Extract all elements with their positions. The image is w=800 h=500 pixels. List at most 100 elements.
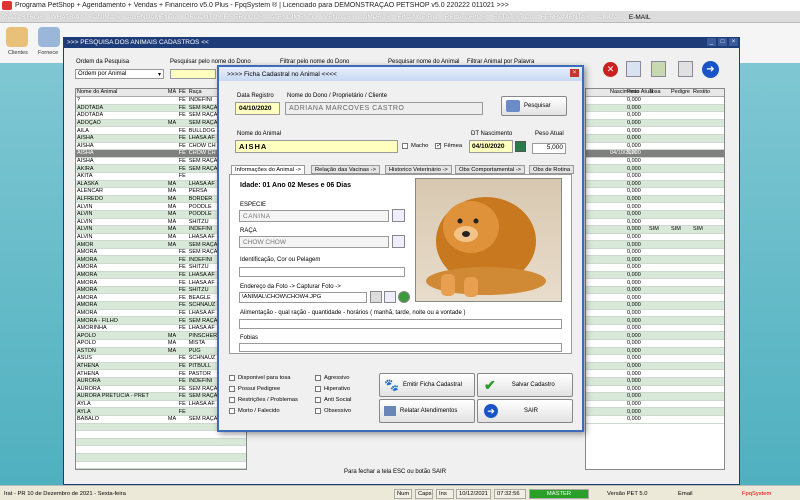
right-table-row[interactable]: 0,000 — [586, 188, 724, 196]
right-table-row[interactable]: 0,000 — [586, 256, 724, 265]
right-table-row[interactable]: 0,000 — [586, 143, 724, 151]
especie-field[interactable]: CANINA — [239, 210, 389, 222]
table-row[interactable] — [76, 462, 246, 469]
checkbox-checks_right-0[interactable]: Agressivo — [315, 375, 349, 381]
right-table-row[interactable]: 0,000 — [586, 393, 724, 401]
right-table-row[interactable]: 0,000 — [586, 370, 724, 378]
search-owner-button[interactable]: Pesquisar — [501, 96, 567, 116]
camera-icon[interactable] — [370, 291, 382, 303]
dt-nasc-field[interactable]: 04/10/2020 — [469, 140, 513, 153]
filter-owner-input[interactable] — [170, 69, 216, 79]
checkbox-checks_left-0[interactable]: Disponivel para tosa — [229, 375, 291, 381]
right-table-row[interactable]: 04/10/2020 5,000 — [586, 150, 724, 158]
right-table-row[interactable]: 0,000 — [586, 286, 724, 295]
delete-icon[interactable]: ✕ — [603, 62, 618, 77]
salvar-button[interactable]: ✔ Salvar Cadastro — [477, 373, 573, 397]
dialog-close-icon[interactable]: × — [570, 69, 579, 77]
foto-path-field[interactable]: \ANIMAL\CHOW\CHOW4.JPG — [239, 292, 367, 303]
data-registro-field[interactable]: 04/10/2020 — [235, 102, 280, 115]
edit-icon[interactable] — [678, 61, 693, 77]
right-table-row[interactable]: 0,000 — [586, 302, 724, 310]
alimentacao-field[interactable] — [239, 319, 562, 329]
right-table-row[interactable]: 0,000 — [586, 234, 724, 242]
right-table-row[interactable]: 0,000 — [586, 119, 724, 128]
checkbox-checks_left-2[interactable]: Restrições / Problemas — [229, 397, 298, 403]
menu-item-11[interactable]: FERRAMENTAS — [541, 14, 590, 21]
menu-email[interactable]: E-MAIL — [629, 14, 651, 21]
checkbox-checks_right-2[interactable]: Anti Social — [315, 397, 351, 403]
right-table-row[interactable]: 0,000 — [586, 195, 724, 204]
checkbox-checks_left-3[interactable]: Morto / Falecido — [229, 408, 280, 414]
menu-item-12[interactable]: AJUDA — [597, 14, 618, 21]
fobias-field[interactable] — [239, 343, 562, 352]
right-table-row[interactable]: 0,000 — [586, 362, 724, 371]
menu-item-3[interactable]: AGENDAMENTO — [127, 14, 178, 21]
minimize-icon[interactable]: _ — [707, 38, 716, 46]
right-table-row[interactable]: 0,000 — [586, 165, 724, 173]
tools-icon[interactable] — [651, 61, 666, 77]
right-table-row[interactable]: 0,000 — [586, 158, 724, 166]
right-table-row[interactable]: 0,000 — [586, 203, 724, 211]
right-table-row[interactable]: 0,000 — [586, 180, 724, 189]
right-table-row[interactable]: 0,000 — [586, 97, 724, 105]
right-table-row[interactable]: 0,000 — [586, 127, 724, 135]
table-row[interactable] — [76, 453, 246, 462]
right-table-row[interactable]: 0,000 — [586, 249, 724, 257]
tab-obs-comportamental[interactable]: Obs Comportamental -> — [455, 165, 526, 174]
peso-field[interactable]: 5,000 — [532, 143, 566, 154]
animal-name-field[interactable]: AISHA — [235, 140, 398, 153]
close-icon[interactable]: × — [729, 38, 738, 46]
especie-search-icon[interactable] — [392, 209, 405, 222]
menu-item-9[interactable]: RELATÓRIOS — [445, 14, 486, 21]
table-row[interactable] — [76, 431, 246, 439]
right-table-row[interactable]: 0,000 — [586, 310, 724, 318]
checkbox-checks_left-1[interactable]: Possui Pedigree — [229, 386, 280, 392]
right-table-row[interactable]: 0,000 — [586, 317, 724, 325]
sair-button[interactable]: ➜ SAIR — [477, 399, 573, 423]
menu-item-1[interactable]: WHATSAPP — [50, 14, 86, 21]
status-email[interactable]: Email — [676, 489, 706, 499]
tab-vacinas[interactable]: Relação das Vacinas -> — [311, 165, 380, 174]
menu-item-10[interactable]: ESTATÍSTICA — [493, 14, 534, 21]
maximize-icon[interactable]: □ — [718, 38, 727, 46]
tab-historico[interactable]: Historico Veterinário -> — [385, 165, 452, 174]
raca-search-icon[interactable] — [392, 235, 405, 248]
emitir-ficha-button[interactable]: 🐾 Emitir Ficha Cadastral — [379, 373, 475, 397]
right-table-row[interactable]: 0,000 — [586, 279, 724, 287]
right-table-row[interactable]: 0,000 — [586, 332, 724, 340]
menu-item-0[interactable]: CADASTROS — [3, 14, 43, 21]
macho-checkbox[interactable]: Macho — [402, 143, 428, 149]
right-table-row[interactable]: 0,000 SIM SIM SIM — [586, 226, 724, 234]
right-table-row[interactable]: 0,000 — [586, 355, 724, 363]
right-table-row[interactable]: 0,000 — [586, 264, 724, 272]
menu-item-7[interactable]: COMPRAS — [358, 14, 391, 21]
right-table-row[interactable]: 0,000 — [586, 347, 724, 356]
next-arrow-icon[interactable]: ➜ — [702, 61, 719, 78]
right-table-row[interactable]: 0,000 — [586, 408, 724, 416]
table-row[interactable] — [76, 438, 246, 447]
calendar-icon[interactable] — [515, 141, 526, 152]
right-table-row[interactable]: 0,000 — [586, 377, 724, 386]
right-table-row[interactable]: 0,000 — [586, 340, 724, 348]
right-table-row[interactable]: 0,000 — [586, 271, 724, 280]
right-table-row[interactable]: 0,000 — [586, 219, 724, 227]
owner-field[interactable]: ADRIANA MARCOVES CASTRO — [285, 102, 483, 115]
right-table-row[interactable]: 0,000 — [586, 294, 724, 303]
photo-search-icon[interactable] — [384, 291, 396, 303]
checkbox-checks_right-1[interactable]: Hiperativo — [315, 386, 350, 392]
clients-icon[interactable] — [6, 27, 28, 47]
menu-item-4[interactable]: PRODUTOS E SERVIÇOS — [185, 14, 263, 21]
right-table-row[interactable]: 0,000 — [586, 104, 724, 113]
right-table-row[interactable]: 0,000 — [586, 112, 724, 120]
suppliers-icon[interactable] — [38, 27, 60, 47]
right-table-row[interactable]: 0,000 — [586, 416, 724, 424]
right-table-row[interactable]: 0,000 — [586, 325, 724, 333]
right-table-row[interactable]: 0,000 — [586, 134, 724, 143]
menu-item-8[interactable]: FINANCEIRO — [397, 14, 437, 21]
right-table-row[interactable]: 0,000 — [586, 210, 724, 219]
right-table-row[interactable]: 0,000 — [586, 386, 724, 394]
ident-field[interactable] — [239, 267, 405, 277]
menu-item-2[interactable]: ANIMAIS — [93, 14, 120, 21]
right-table-row[interactable]: 0,000 — [586, 173, 724, 181]
femea-checkbox[interactable]: ✓ Fêmea — [435, 143, 462, 149]
